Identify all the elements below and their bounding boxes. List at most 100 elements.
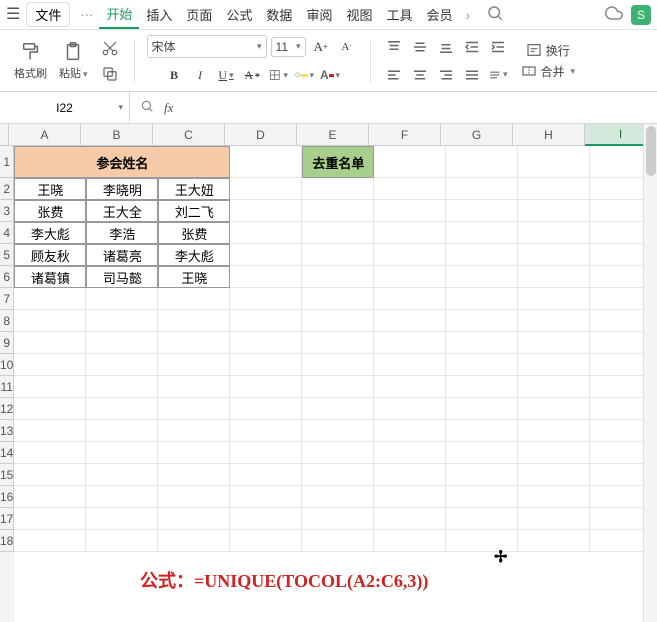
- cell[interactable]: [374, 376, 446, 398]
- cell[interactable]: [446, 200, 518, 222]
- row-header-5[interactable]: 5: [0, 244, 14, 266]
- cell[interactable]: [14, 464, 86, 486]
- cell[interactable]: [446, 266, 518, 288]
- cell[interactable]: [158, 464, 230, 486]
- cell[interactable]: [14, 420, 86, 442]
- cell[interactable]: [302, 508, 374, 530]
- cell[interactable]: [446, 508, 518, 530]
- cell[interactable]: [518, 266, 590, 288]
- cell[interactable]: [86, 376, 158, 398]
- col-header-F[interactable]: F: [369, 124, 441, 146]
- orientation-icon[interactable]: ▾: [487, 64, 509, 86]
- cell[interactable]: [446, 398, 518, 420]
- cell[interactable]: [446, 244, 518, 266]
- cell[interactable]: [14, 442, 86, 464]
- row-header-12[interactable]: 12: [0, 398, 14, 420]
- cut-icon[interactable]: [98, 36, 122, 60]
- col-header-D[interactable]: D: [225, 124, 297, 146]
- cell[interactable]: [158, 486, 230, 508]
- cell[interactable]: [374, 442, 446, 464]
- cell[interactable]: [446, 178, 518, 200]
- cell[interactable]: [302, 222, 374, 244]
- col-header-B[interactable]: B: [81, 124, 153, 146]
- cell[interactable]: [518, 178, 590, 200]
- cell[interactable]: [230, 244, 302, 266]
- cancel-formula-icon[interactable]: [140, 99, 154, 117]
- cell[interactable]: [446, 354, 518, 376]
- cell[interactable]: [446, 222, 518, 244]
- cell[interactable]: [518, 508, 590, 530]
- cell[interactable]: [302, 178, 374, 200]
- cell[interactable]: [446, 530, 518, 552]
- data-cell[interactable]: 诸葛镇: [14, 266, 86, 288]
- row-header-10[interactable]: 10: [0, 354, 14, 376]
- cell[interactable]: [230, 486, 302, 508]
- cloud-icon[interactable]: [605, 4, 623, 26]
- search-icon[interactable]: [486, 4, 504, 26]
- bold-icon[interactable]: B: [163, 64, 185, 86]
- cell[interactable]: [230, 288, 302, 310]
- cell[interactable]: [518, 222, 590, 244]
- border-icon[interactable]: ▾: [267, 64, 289, 86]
- cell[interactable]: [230, 310, 302, 332]
- row-header-14[interactable]: 14: [0, 442, 14, 464]
- wrap-button[interactable]: 换行: [526, 42, 570, 59]
- cell[interactable]: [446, 486, 518, 508]
- fx-icon[interactable]: fx: [164, 100, 173, 116]
- cell[interactable]: [230, 376, 302, 398]
- menu-icon[interactable]: ☰: [6, 7, 20, 23]
- more-dots[interactable]: ···: [74, 7, 99, 22]
- cell[interactable]: [14, 376, 86, 398]
- user-avatar[interactable]: S: [631, 5, 651, 25]
- paste-button[interactable]: 粘贴▾: [55, 41, 92, 81]
- data-cell[interactable]: 诸葛亮: [86, 244, 158, 266]
- dedup-header[interactable]: 去重名单: [302, 146, 374, 178]
- cell[interactable]: [518, 354, 590, 376]
- row-header-2[interactable]: 2: [0, 178, 14, 200]
- formula-input-area[interactable]: fx: [130, 99, 657, 117]
- indent-increase-icon[interactable]: [487, 36, 509, 58]
- row-header-16[interactable]: 16: [0, 486, 14, 508]
- cell[interactable]: [230, 332, 302, 354]
- row-header-4[interactable]: 4: [0, 222, 14, 244]
- cell[interactable]: [302, 398, 374, 420]
- cell[interactable]: [230, 146, 302, 178]
- row-header-18[interactable]: 18: [0, 530, 14, 552]
- cell[interactable]: [518, 310, 590, 332]
- row-header-6[interactable]: 6: [0, 266, 14, 288]
- cell[interactable]: [302, 266, 374, 288]
- data-cell[interactable]: 李晓明: [86, 178, 158, 200]
- cell[interactable]: [86, 332, 158, 354]
- data-cell[interactable]: 司马懿: [86, 266, 158, 288]
- grid-body[interactable]: 参会姓名去重名单王晓李晓明王大妞张费王大全刘二飞李大彪李浩张费顾友秋诸葛亮李大彪…: [14, 146, 657, 622]
- cell[interactable]: [14, 508, 86, 530]
- italic-icon[interactable]: I: [189, 64, 211, 86]
- cell[interactable]: [374, 200, 446, 222]
- chevron-down-icon[interactable]: ▾: [118, 102, 123, 113]
- cell[interactable]: [518, 288, 590, 310]
- cell[interactable]: [518, 244, 590, 266]
- cell[interactable]: [86, 530, 158, 552]
- cell[interactable]: [374, 508, 446, 530]
- merge-button[interactable]: 合并▾: [521, 63, 576, 80]
- cell[interactable]: [302, 244, 374, 266]
- cell[interactable]: [230, 464, 302, 486]
- tabs-overflow-icon[interactable]: ›: [460, 7, 477, 23]
- cell[interactable]: [158, 354, 230, 376]
- cell[interactable]: [158, 442, 230, 464]
- cell[interactable]: [14, 310, 86, 332]
- row-header-8[interactable]: 8: [0, 310, 14, 332]
- data-cell[interactable]: 刘二飞: [158, 200, 230, 222]
- cell[interactable]: [158, 398, 230, 420]
- cell[interactable]: [446, 420, 518, 442]
- cell[interactable]: [86, 398, 158, 420]
- font-size-select[interactable]: 11▾: [271, 37, 306, 57]
- tab-review[interactable]: 审阅: [299, 1, 339, 28]
- cell[interactable]: [230, 266, 302, 288]
- cell[interactable]: [86, 354, 158, 376]
- cell[interactable]: [230, 354, 302, 376]
- cell[interactable]: [230, 222, 302, 244]
- data-cell[interactable]: 李大彪: [14, 222, 86, 244]
- cell[interactable]: [302, 288, 374, 310]
- cell[interactable]: [446, 464, 518, 486]
